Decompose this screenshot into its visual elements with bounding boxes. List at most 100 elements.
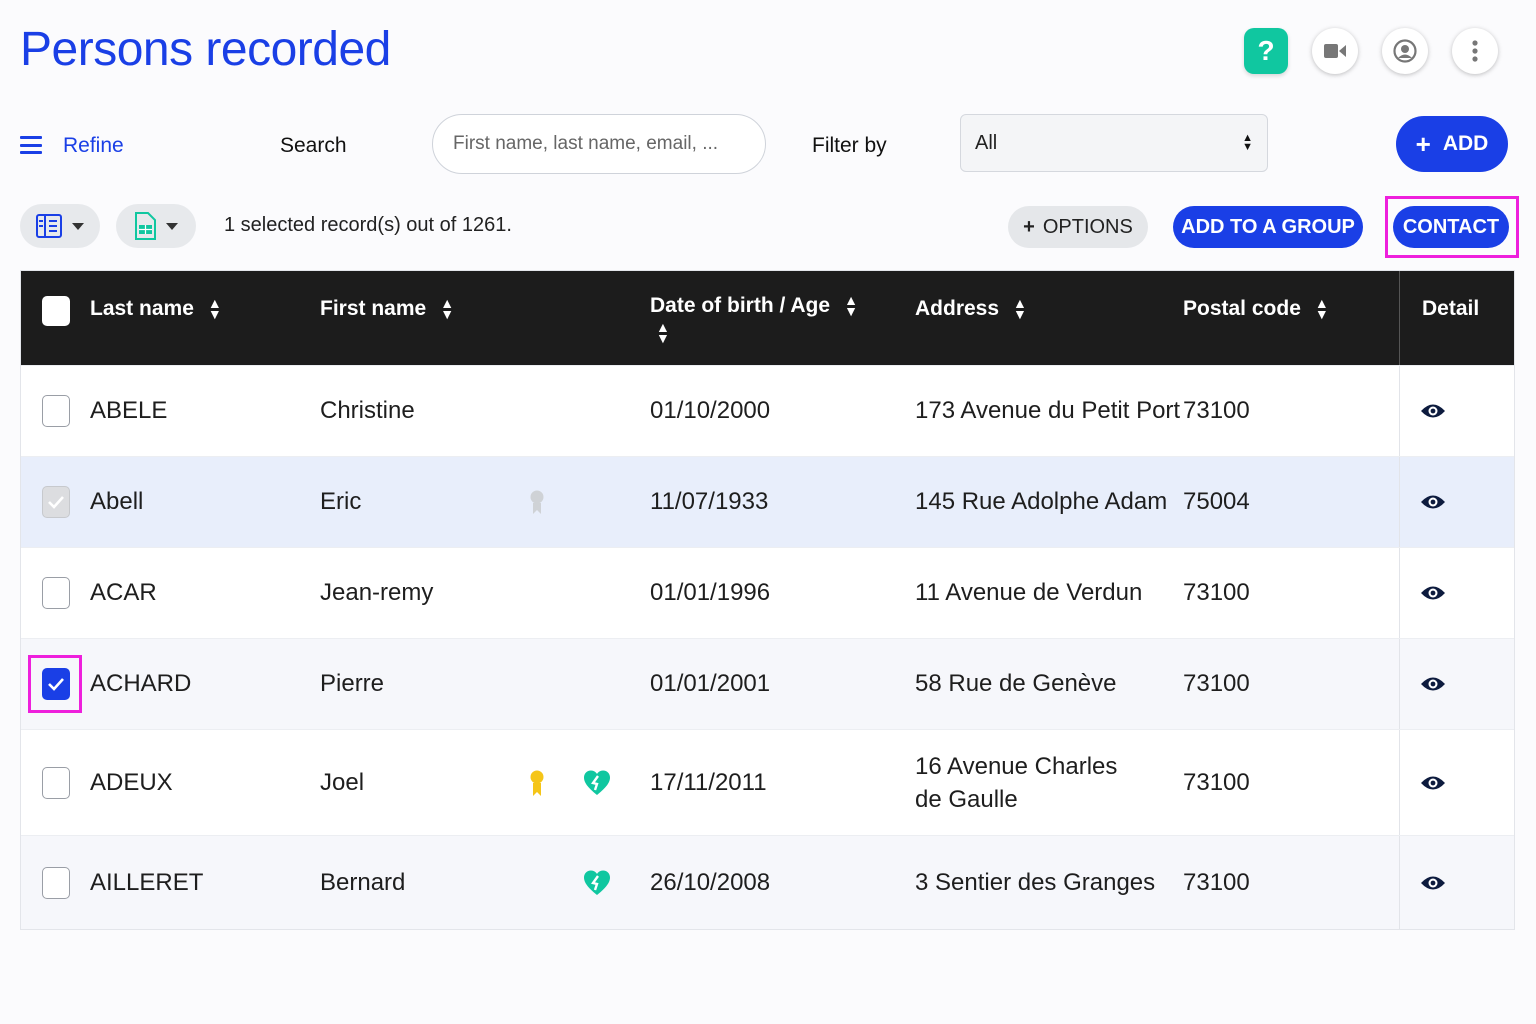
sort-icon: ▲ ▼ <box>1314 295 1329 322</box>
video-camera-icon <box>1324 44 1346 58</box>
first-name-cell: Pierre <box>320 670 385 697</box>
row-checkbox[interactable] <box>42 577 70 609</box>
eye-icon[interactable] <box>1420 874 1446 892</box>
spreadsheet-export-icon <box>135 212 156 240</box>
persons-table: Last name ▲ ▼ First name ▲ ▼ Date of birth… <box>20 270 1515 930</box>
sort-icon: ▲ ▼ <box>207 295 222 322</box>
table-row[interactable]: AILLERET Bernard 26/10/2008 3 Sentier de… <box>21 835 1514 929</box>
row-checkbox-checked[interactable] <box>42 668 70 700</box>
first-name-cell: Joel <box>320 768 365 796</box>
more-options-button[interactable] <box>1452 28 1498 74</box>
question-icon: ? <box>1257 35 1275 66</box>
eye-icon[interactable] <box>1420 584 1446 602</box>
first-name-cell: Jean-remy <box>320 579 434 606</box>
first-name-cell: Eric <box>320 488 362 515</box>
row-checkbox[interactable] <box>42 766 70 799</box>
dob-cell: 11/07/1933 <box>650 488 769 515</box>
search-input[interactable] <box>432 114 766 174</box>
address-cell: 11 Avenue de Verdun <box>915 579 1143 606</box>
column-header-address[interactable]: Address ▲ ▼ <box>915 296 1027 321</box>
check-icon <box>48 496 64 509</box>
selection-count: 1 selected record(s) out of 1261. <box>224 214 512 236</box>
address-cell: 173 Avenue du Petit Port <box>915 397 1181 424</box>
options-button[interactable]: + OPTIONS <box>1008 206 1148 248</box>
postal-code-cell: 73100 <box>1183 868 1250 896</box>
search-label: Search <box>280 134 347 157</box>
top-icon-bar: ? <box>1244 28 1498 74</box>
last-name-cell: ACAR <box>90 579 157 606</box>
dob-cell: 01/10/2000 <box>650 397 771 424</box>
column-label: Date of birth / Age <box>650 294 831 317</box>
chevron-down-icon <box>166 222 178 230</box>
add-button[interactable]: + ADD <box>1396 116 1508 172</box>
column-header-first-name[interactable]: First name ▲ ▼ <box>320 295 455 322</box>
first-name-cell: Bernard <box>320 868 406 896</box>
chevron-down-icon <box>72 222 84 230</box>
last-name-cell: ADEUX <box>90 768 173 796</box>
column-label: Address <box>915 297 1000 320</box>
column-header-dob[interactable]: Date of birth / Age ▲ ▼ ▲ ▼ <box>650 292 858 346</box>
page-title: Persons recorded <box>20 23 391 76</box>
sort-icon: ▲ ▼ <box>440 295 455 322</box>
contact-button[interactable]: CONTACT <box>1393 206 1509 248</box>
postal-code-cell: 73100 <box>1183 579 1250 606</box>
grey-award-icon <box>530 490 544 514</box>
plus-icon: + <box>1415 128 1431 159</box>
eye-icon[interactable] <box>1420 493 1446 511</box>
postal-code-cell: 75004 <box>1183 488 1250 515</box>
table-row[interactable]: ADEUX Joel 17/11/2011 16 Avenue Charles … <box>21 729 1514 835</box>
export-dropdown[interactable] <box>116 204 196 248</box>
add-to-group-button[interactable]: ADD TO A GROUP <box>1173 206 1363 248</box>
table-row[interactable]: ACAR Jean-remy 01/01/1996 11 Avenue de V… <box>21 547 1514 638</box>
column-list-icon <box>36 214 62 238</box>
dob-cell: 01/01/1996 <box>650 579 771 606</box>
row-checkbox[interactable] <box>42 866 70 899</box>
select-all-checkbox[interactable] <box>42 296 70 326</box>
column-label: Last name <box>90 297 194 320</box>
filter-label: Filter by <box>812 134 887 157</box>
table-row[interactable]: ABELE Christine 01/10/2000 173 Avenue du… <box>21 365 1514 456</box>
eye-icon[interactable] <box>1420 675 1446 693</box>
select-arrows-icon: ▲ ▼ <box>1242 132 1253 153</box>
table-row[interactable]: Abell Eric 11/07/1933 145 Rue Adolphe Ad… <box>21 456 1514 547</box>
plus-icon: + <box>1023 215 1035 238</box>
table-row[interactable]: ACHARD Pierre 01/01/2001 58 Rue de Genèv… <box>21 638 1514 729</box>
last-name-cell: ACHARD <box>90 670 192 697</box>
address-cell: 3 Sentier des Granges <box>915 868 1156 896</box>
help-button[interactable]: ? <box>1244 28 1288 74</box>
address-cell: 145 Rue Adolphe Adam <box>915 488 1168 515</box>
hamburger-menu-icon[interactable] <box>20 136 42 154</box>
filter-select[interactable]: All ▲ ▼ <box>960 114 1268 172</box>
column-view-dropdown[interactable] <box>20 204 100 248</box>
row-checkbox[interactable] <box>42 395 70 427</box>
add-button-label: ADD <box>1442 132 1489 155</box>
refine-link[interactable]: Refine <box>63 134 124 158</box>
row-checkbox-disabled[interactable] <box>42 486 70 518</box>
postal-code-cell: 73100 <box>1183 397 1250 424</box>
last-name-cell: ABELE <box>90 397 168 424</box>
sort-icon: ▲ ▼ <box>844 292 858 319</box>
dob-cell: 17/11/2011 <box>650 768 767 796</box>
filter-selected-value: All <box>975 131 998 154</box>
column-divider <box>1399 271 1400 365</box>
teal-heart-icon <box>584 770 610 795</box>
last-name-cell: Abell <box>90 488 144 515</box>
column-label: Detail <box>1422 297 1480 320</box>
postal-code-cell: 73100 <box>1183 670 1250 697</box>
teal-heart-icon <box>584 870 610 895</box>
options-button-label: OPTIONS <box>1042 215 1133 238</box>
check-icon <box>48 678 64 691</box>
column-header-postal-code[interactable]: Postal code ▲ ▼ <box>1183 295 1329 322</box>
yellow-award-icon <box>530 770 544 796</box>
selection-toolbar: 1 selected record(s) out of 1261. + OPTI… <box>20 196 1520 258</box>
account-button[interactable] <box>1382 28 1428 74</box>
column-header-detail: Detail <box>1422 297 1479 321</box>
dob-cell: 26/10/2008 <box>650 868 771 896</box>
last-name-cell: AILLERET <box>90 868 204 896</box>
eye-icon[interactable] <box>1420 774 1446 792</box>
eye-icon[interactable] <box>1420 402 1446 420</box>
postal-code-cell: 73100 <box>1183 768 1250 796</box>
column-header-last-name[interactable]: Last name ▲ ▼ <box>90 295 222 322</box>
sort-icon: ▲ ▼ <box>656 319 670 346</box>
video-button[interactable] <box>1312 28 1358 74</box>
